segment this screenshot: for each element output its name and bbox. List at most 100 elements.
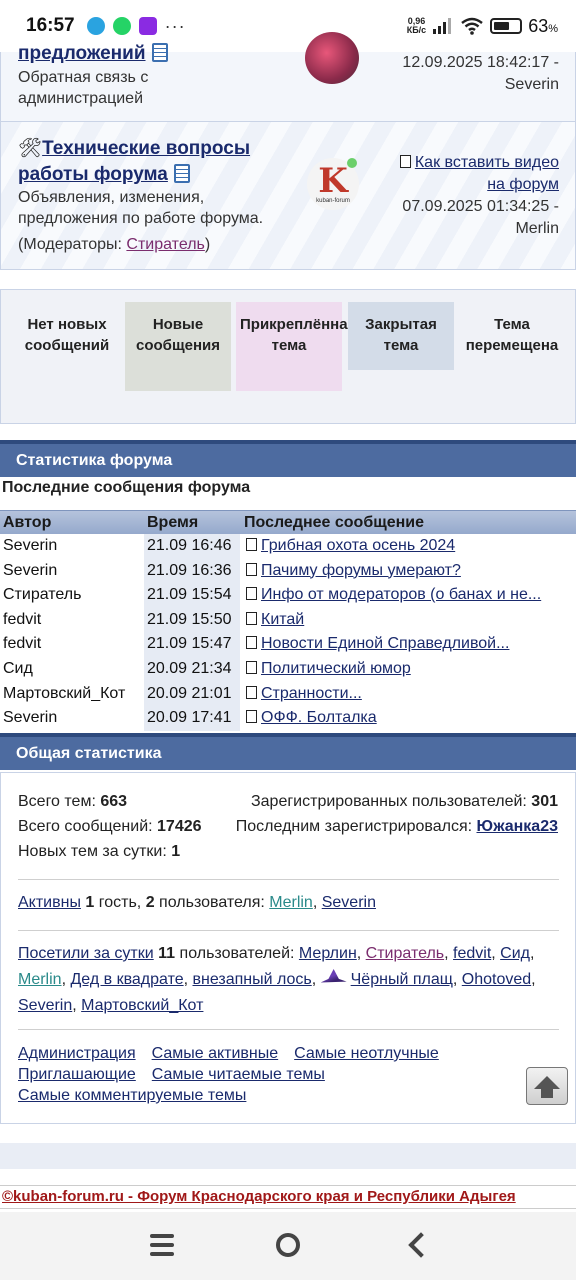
notepad-icon [173,164,190,183]
witch-hat-icon [320,969,347,983]
row-message-link[interactable]: Грибная охота осень 2024 [261,537,455,554]
visitor-link[interactable]: Дед в квадрате [70,971,183,988]
registered-users: Зарегистрированных пользователей: 301 [251,793,558,811]
visited-link[interactable]: Посетили за сутки [18,945,154,962]
visitor-link[interactable]: Сид [500,945,530,962]
forum-moderators: (Модераторы: Стиратель) [18,234,210,255]
table-row: Severin 21.09 16:46 Грибная охота осень 20… [0,534,576,559]
document-icon [399,155,411,168]
visitor-link[interactable]: Мартовский_Кот [81,997,203,1014]
last-topic-wrap: Как вставить видео на форум [379,152,559,196]
visitor-link[interactable]: Чёрный плащ [351,971,453,988]
stats-header: Статистика форума [0,440,576,477]
row-message: Китай [246,611,304,629]
row-time: 21.09 15:47 [144,632,240,657]
forum-row-feedback: предложений Обратная связь с администрац… [0,32,576,122]
row-time: 21.09 15:54 [144,583,240,608]
moderator-link[interactable]: Стиратель [126,236,204,253]
forum-title-link[interactable]: предложений [18,43,146,64]
forum-title-wrap: предложений [18,43,168,65]
visitor-link[interactable]: внезапный лось [193,971,312,988]
visitor-link[interactable]: Merlin [18,971,62,988]
stats-footer-links: Администрация Самые активные Самые неотлуч… [18,1043,559,1106]
table-row: Severin 21.09 16:36 Пачиму форумы умерают? [0,558,576,584]
most-commented-topics-link[interactable]: Самые комментируемые темы [18,1087,246,1104]
active-users: Активны 1 гость, 2 пользователя: Merlin,… [18,894,376,911]
col-last-message: Последнее сообщение [244,514,424,531]
registered-label: Зарегистрированных пользователей: [250,793,532,810]
signal-icon [433,18,452,34]
visitor-link[interactable]: Ohotoved [462,971,531,988]
visited-today: Посетили за сутки 11 пользователей: Мерл… [18,941,559,1019]
row-author[interactable]: Severin [3,562,57,580]
legend-closed: Закрытая тема [348,302,454,370]
online-indicator [347,158,357,168]
row-message-link[interactable]: Пачиму форумы умерают? [261,562,461,579]
col-time: Время [147,514,199,531]
back-button[interactable] [408,1232,434,1258]
most-active-link[interactable]: Самые активные [152,1045,279,1062]
most-persistent-link[interactable]: Самые неотлучные [294,1045,439,1062]
row-author[interactable]: Мартовский_Кот [3,685,125,703]
administration-link[interactable]: Администрация [18,1045,136,1062]
home-button[interactable] [276,1233,300,1257]
new-topics: Новых тем за сутки: 1 [18,843,180,861]
notepad-icon [151,43,168,62]
site-footer-link[interactable]: ©kuban-forum.ru - Форум Краснодарского к… [0,1185,576,1209]
last-post-date: 07.09.2025 01:34:25 - [402,198,559,215]
row-author[interactable]: Сид [3,660,33,678]
more-notifications-icon: ··· [164,15,186,36]
row-author[interactable]: fedvit [3,611,41,629]
moderators-end: ) [204,236,211,253]
most-read-topics-link[interactable]: Самые читаемые темы [152,1066,325,1083]
scroll-to-top-button[interactable] [526,1067,568,1105]
row-author[interactable]: fedvit [3,635,41,653]
active-users-count: 2 [145,894,155,911]
battery-percent-value: 63 [528,15,549,36]
topic-legend: Нет новых сообщений Новые сообщения Прик… [0,289,576,424]
row-author[interactable]: Стиратель [3,586,81,604]
new-topics-label: Новых тем за сутки: [18,843,172,860]
row-message-link[interactable]: Новости Единой Справедливой... [261,635,509,652]
row-time: 21.09 15:50 [144,607,240,633]
forum-description: Объявления, изменения, предложения по ра… [18,189,264,227]
last-poster-avatar[interactable] [305,32,359,84]
whatsapp-icon [112,17,131,35]
legend-moved: Тема перемещена [465,316,559,354]
visitor-link[interactable]: Severin [18,997,72,1014]
table-row: Сид 20.09 21:34 Политический юмор [0,657,576,682]
new-topics-value: 1 [171,843,181,860]
row-author[interactable]: Severin [3,709,57,727]
row-message-link[interactable]: Китай [261,611,304,628]
table-row: Мартовский_Кот 20.09 21:01 Странности... [0,681,576,707]
row-message-link[interactable]: Инфо от модераторов (о банах и не... [261,586,541,603]
active-user-link[interactable]: Severin [322,894,376,911]
forum-title-link[interactable]: Технические вопросы работы форума [18,138,250,185]
row-message-link[interactable]: Странности... [261,685,362,702]
recent-posts-title: Последние сообщения форума [2,479,251,496]
active-user-link[interactable]: Merlin [269,894,313,911]
recent-apps-button[interactable] [150,1234,174,1256]
visitor-link[interactable]: fedvit [453,945,491,962]
table-row: fedvit 21.09 15:47 Новости Единой Справедл… [0,632,576,657]
active-link[interactable]: Активны [18,894,81,911]
avatar-letter: K [318,161,348,201]
row-author[interactable]: Severin [3,537,57,555]
legend-sticky: Прикреплённая тема [236,302,356,391]
clock: 16:57 [26,15,75,36]
last-post-user[interactable]: Severin [402,74,559,96]
last-topic-link[interactable]: Как вставить видео на форум [415,154,559,193]
row-message-link[interactable]: Политический юмор [261,660,411,677]
total-topics-label: Всего тем: [18,793,101,810]
visitor-link[interactable]: Мерлин [299,945,357,962]
last-registered-user[interactable]: Южанка23 [477,818,559,835]
system-nav-bar [0,1212,576,1280]
recent-posts-table-header: Автор Время Последнее сообщение [0,510,576,534]
row-message-link[interactable]: ОФФ. Болталка [261,709,377,726]
last-post-user[interactable]: Merlin [379,218,559,240]
table-row: Severin 20.09 17:41 ОФФ. Болталка [0,706,576,731]
total-posts-label: Всего сообщений: [18,818,158,835]
inviters-link[interactable]: Приглашающие [18,1066,136,1083]
last-post-date: 12.09.2025 18:42:17 - [402,54,559,71]
visitor-link[interactable]: Стиратель [366,945,444,962]
